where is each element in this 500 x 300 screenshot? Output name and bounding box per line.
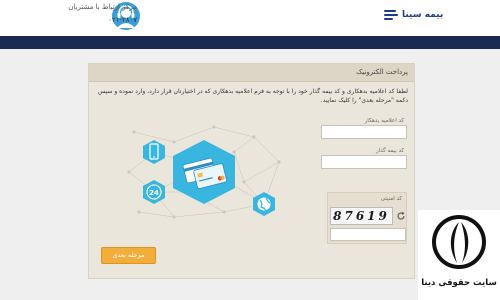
support-phone: ۰۲۱-۲۸۰۷: [108, 16, 137, 24]
refresh-icon[interactable]: [396, 211, 406, 221]
payment-panel: پرداخت الکترونیک لطفا کد اعلامیه بدهکاری…: [88, 63, 415, 279]
captcha-label: کد امنیتی: [380, 196, 402, 202]
svg-text:24: 24: [149, 189, 159, 197]
insurer-code-input[interactable]: [321, 155, 407, 169]
captcha-input[interactable]: [330, 228, 406, 241]
network-illustration: 24: [127, 125, 281, 219]
panel-header: پرداخت الکترونیک: [89, 64, 414, 82]
watermark: سایت حقوقی دینا: [418, 210, 500, 300]
watermark-text: سایت حقوقی دینا: [421, 278, 497, 288]
mobile-phone-icon: [143, 140, 165, 164]
captcha-box: کد امنیتی 87619: [327, 192, 407, 244]
dina-logo-icon: [432, 215, 486, 269]
next-step-button[interactable]: مرحله بعدی: [101, 247, 156, 264]
support-24-icon: 24: [143, 180, 165, 204]
instructions-text: لطفا کد اعلامیه بدهکاری و کد بیمه گذار خ…: [97, 88, 408, 104]
support-title: مرکز ارتباط با مشتریان: [68, 3, 137, 11]
site-header: بیمه سینا مرکز ارتباط با مشتریان ۰۲۱-۲۸۰…: [0, 0, 500, 36]
brand-name: بیمه سینا: [402, 10, 444, 20]
navbar: [0, 36, 500, 49]
debt-code-input[interactable]: [321, 125, 407, 139]
bank-card-icon: [173, 140, 235, 204]
debt-code-label: کد اعلامیه بدهکار: [364, 118, 404, 124]
brand-logo[interactable]: بیمه سینا: [383, 8, 443, 22]
panel-title: پرداخت الکترونیک: [356, 68, 408, 76]
logo-mark-icon: [383, 8, 399, 22]
insurer-code-label: کد بیمه گذار: [375, 148, 404, 154]
captcha-image: 87619: [330, 207, 393, 225]
